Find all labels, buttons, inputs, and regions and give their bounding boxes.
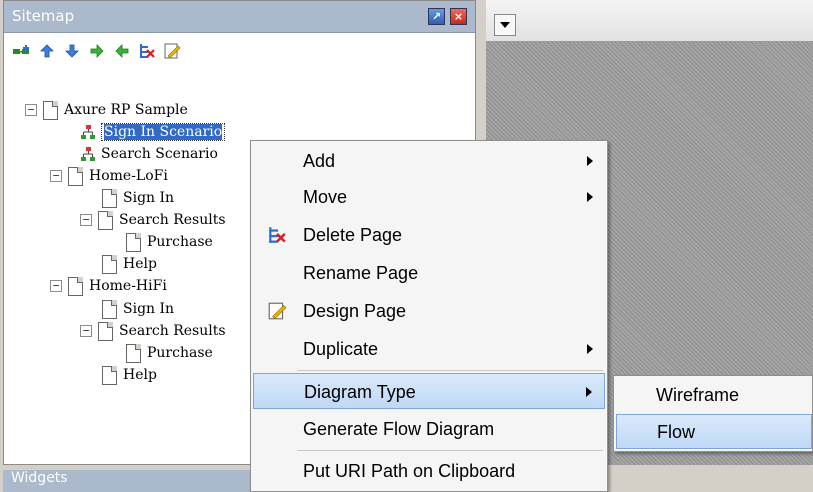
tab-strip [486,0,813,42]
tree-item-purchase[interactable]: Purchase [126,342,213,364]
indent-icon[interactable] [87,41,107,61]
menu-separator [297,370,603,371]
page-icon [68,276,83,296]
close-panel-button[interactable]: × [450,8,467,25]
menu-item-move[interactable]: Move [253,179,605,215]
chevron-down-icon [500,22,510,28]
submenu-item-flow[interactable]: Flow [616,414,812,449]
diagram-type-submenu: Wireframe Flow [613,375,813,452]
submenu-arrow-icon [586,387,592,397]
menu-item-diagram-type[interactable]: Diagram Type [253,373,605,409]
menu-item-add[interactable]: Add [253,143,605,179]
collapse-toggle[interactable]: − [80,325,92,337]
collapse-toggle[interactable]: − [25,104,37,116]
tree-item-label: Sign In [123,190,175,206]
submenu-arrow-icon [587,156,593,166]
page-icon [98,210,113,230]
tree-item-label: Search Results [119,323,226,339]
tree-item-label: Help [123,367,157,383]
menu-item-delete-page[interactable]: Delete Page [253,217,605,253]
page-icon [126,343,141,363]
flow-icon [81,125,95,139]
menu-separator [297,450,603,451]
collapse-toggle[interactable]: − [80,214,92,226]
tree-item-root[interactable]: − Axure RP Sample [25,99,188,121]
page-icon [68,166,83,186]
menu-item-label: Put URI Path on Clipboard [303,461,516,481]
delete-page-icon[interactable] [137,41,157,61]
page-icon [98,321,113,341]
menu-item-label: Delete Page [303,225,403,245]
submenu-item-label: Flow [657,422,696,442]
menu-item-label: Generate Flow Diagram [303,419,495,439]
tree-item-home-hifi[interactable]: − Home-HiFi [50,275,167,297]
menu-item-duplicate[interactable]: Duplicate [253,331,605,367]
tree-item-help[interactable]: Help [102,364,157,386]
page-icon [102,365,117,385]
menu-item-put-uri-path[interactable]: Put URI Path on Clipboard [253,453,605,489]
collapse-toggle[interactable]: − [50,170,62,182]
tree-item-label: Home-HiFi [89,278,167,294]
submenu-item-wireframe[interactable]: Wireframe [616,378,812,413]
sitemap-toolbar [4,33,475,67]
sitemap-header: Sitemap ↗ × [4,1,475,33]
context-menu: Add Move Delete Page Rename Page Design … [250,140,608,492]
outdent-icon[interactable] [112,41,132,61]
tree-item-search-scenario[interactable]: Search Scenario [80,143,218,165]
edit-page-icon[interactable] [162,41,182,61]
tree-item-sign-in-scenario[interactable]: Sign In Scenario [80,121,226,143]
tree-item-label: Axure RP Sample [64,102,188,118]
tree-item-sign-in[interactable]: Sign In [102,187,174,209]
edit-page-icon [268,302,287,320]
page-icon [43,100,58,120]
move-down-icon[interactable] [62,41,82,61]
submenu-arrow-icon [587,344,593,354]
page-icon [102,188,117,208]
tree-item-label: Sign In Scenario [101,123,226,141]
delete-page-icon [269,227,286,243]
tree-item-label: Sign In [123,301,175,317]
tree-item-label: Purchase [147,234,213,250]
page-icon [102,254,117,274]
tree-item-label: Search Results [119,212,226,228]
sitemap-title: Sitemap [12,7,75,25]
flow-icon [81,147,95,161]
menu-item-label: Rename Page [303,263,419,283]
menu-item-design-page[interactable]: Design Page [253,293,605,329]
tree-item-help[interactable]: Help [102,253,157,275]
tree-item-purchase[interactable]: Purchase [126,231,213,253]
menu-item-label: Design Page [303,301,407,321]
menu-item-label: Add [303,151,336,171]
submenu-item-label: Wireframe [656,385,740,405]
menu-item-label: Move [303,187,348,207]
add-page-icon[interactable] [12,41,32,61]
move-up-icon[interactable] [37,41,57,61]
menu-item-label: Duplicate [303,339,379,359]
float-panel-button[interactable]: ↗ [428,8,445,25]
collapse-toggle[interactable]: − [50,280,62,292]
tree-item-label: Help [123,256,157,272]
tree-item-label: Purchase [147,345,213,361]
tree-item-search-results[interactable]: − Search Results [80,320,226,342]
page-icon [102,299,117,319]
menu-item-generate-flow-diagram[interactable]: Generate Flow Diagram [253,411,605,447]
submenu-arrow-icon [587,192,593,202]
tree-item-label: Home-LoFi [89,168,168,184]
tree-item-label: Search Scenario [101,146,218,162]
tree-item-sign-in[interactable]: Sign In [102,298,174,320]
menu-item-label: Diagram Type [304,382,416,402]
tree-item-home-lofi[interactable]: − Home-LoFi [50,165,168,187]
tab-list-dropdown[interactable] [494,14,516,36]
page-icon [126,232,141,252]
tree-item-search-results[interactable]: − Search Results [80,209,226,231]
menu-item-rename-page[interactable]: Rename Page [253,255,605,291]
